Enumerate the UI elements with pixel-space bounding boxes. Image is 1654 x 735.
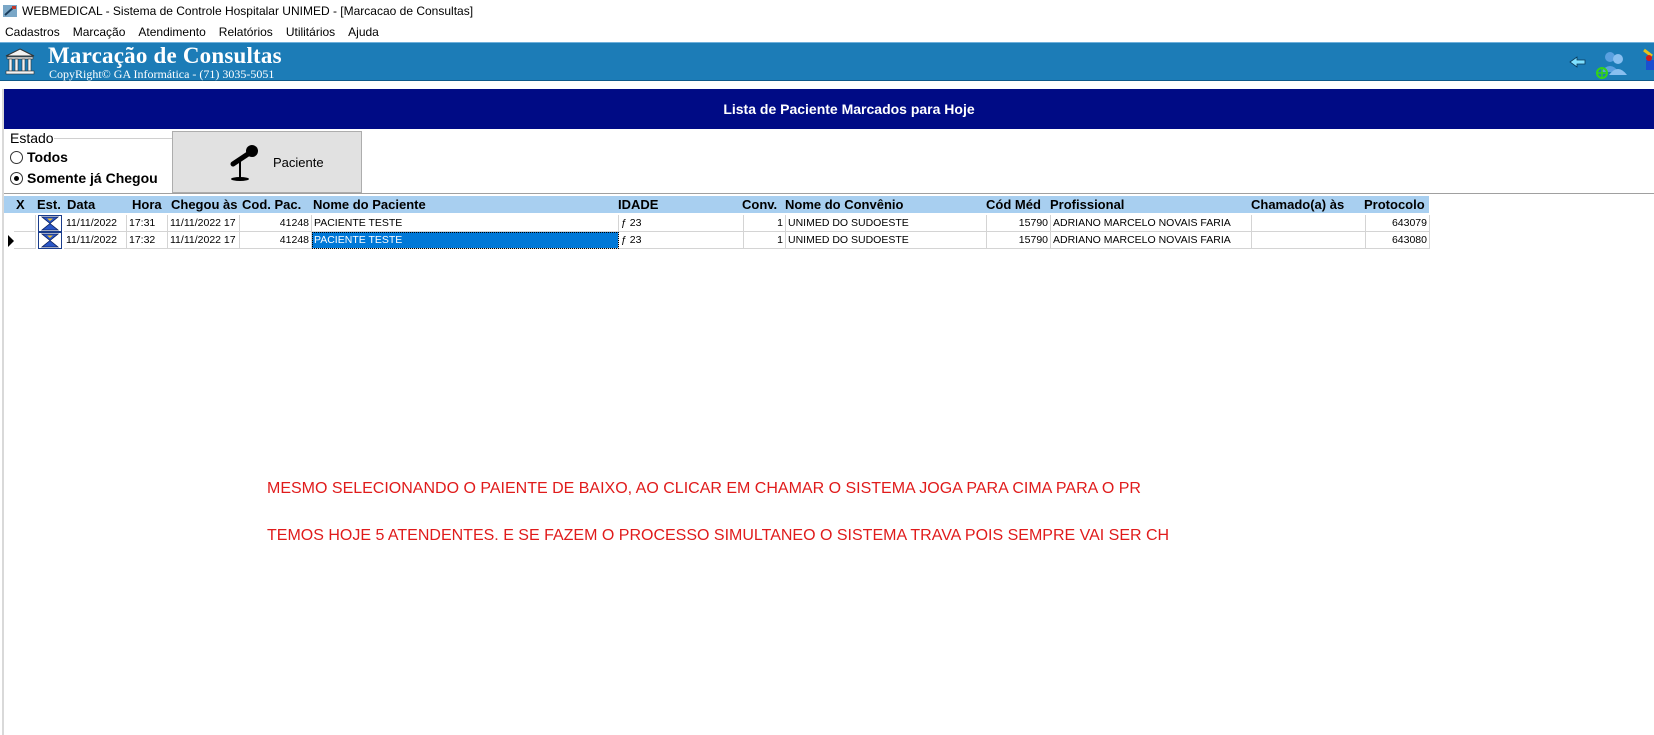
menu-marcacao[interactable]: Marcação	[67, 25, 133, 39]
cell-profissional[interactable]: ADRIANO MARCELO NOVAIS FARIA	[1051, 232, 1252, 249]
cell-idade[interactable]: ƒ 23	[619, 215, 744, 232]
cell-protocolo[interactable]: 643080	[1366, 232, 1430, 249]
col-header-convenio[interactable]: Nome do Convênio	[785, 196, 985, 213]
col-header-chamado[interactable]: Chamado(a) às	[1251, 196, 1361, 213]
cell-conv[interactable]: 1	[744, 232, 786, 249]
header-banner: Marcação de Consultas CopyRight© GA Info…	[0, 42, 1654, 81]
cell-x[interactable]	[14, 215, 36, 232]
col-header-nome[interactable]: Nome do Paciente	[313, 196, 613, 213]
col-header-x[interactable]: X	[16, 196, 34, 213]
radio-somente-circle[interactable]	[10, 171, 23, 185]
cell-convenio[interactable]: UNIMED DO SUDOESTE	[786, 215, 987, 232]
radio-todos-label: Todos	[27, 149, 68, 165]
radio-todos-circle[interactable]	[10, 150, 23, 164]
title-bar: WEBMEDICAL - Sistema de Controle Hospita…	[0, 0, 1654, 22]
cell-chamado[interactable]	[1252, 215, 1366, 232]
estado-group: Estado Todos Somente já Chegou	[4, 129, 174, 191]
cell-nome[interactable]: PACIENTE TESTE	[312, 215, 619, 232]
cell-chamado[interactable]	[1252, 232, 1366, 249]
window-title: WEBMEDICAL - Sistema de Controle Hospita…	[22, 4, 474, 18]
col-header-est[interactable]: Est.	[37, 196, 64, 213]
cell-cod-pac[interactable]: 41248	[240, 232, 312, 249]
estado-legend: Estado	[10, 130, 54, 146]
radio-somente-ja-chegou[interactable]: Somente já Chegou	[10, 170, 158, 186]
grid-header: X Est. Data Hora Chegou às Cod. Pac. Nom…	[4, 196, 1429, 213]
building-icon	[4, 47, 36, 77]
cell-chegou[interactable]: 11/11/2022 17	[168, 232, 240, 249]
table-row[interactable]: 11/11/2022 17:31 11/11/2022 17 41248 PAC…	[4, 215, 1430, 232]
cell-data[interactable]: 11/11/2022	[64, 215, 127, 232]
cell-cod-med[interactable]: 15790	[987, 232, 1051, 249]
cell-hora[interactable]: 17:31	[127, 215, 168, 232]
cell-chegou[interactable]: 11/11/2022 17	[168, 215, 240, 232]
paciente-button[interactable]: Paciente	[172, 131, 362, 193]
cell-conv[interactable]: 1	[744, 215, 786, 232]
col-header-data[interactable]: Data	[67, 196, 129, 213]
col-header-cod-pac[interactable]: Cod. Pac.	[242, 196, 312, 213]
separator	[4, 193, 1654, 194]
cell-protocolo[interactable]: 643079	[1366, 215, 1430, 232]
col-header-protocolo[interactable]: Protocolo	[1364, 196, 1430, 213]
hourglass-status-icon	[38, 215, 62, 232]
tools-icon[interactable]	[1640, 46, 1654, 76]
cell-cod-pac[interactable]: 41248	[240, 215, 312, 232]
paciente-button-label: Paciente	[273, 154, 324, 170]
menu-cadastros[interactable]: Cadastros	[0, 25, 67, 39]
app-icon	[2, 3, 18, 19]
cell-hora[interactable]: 17:32	[127, 232, 168, 249]
cell-nome-selected[interactable]: PACIENTE TESTE	[312, 232, 619, 249]
cell-profissional[interactable]: ADRIANO MARCELO NOVAIS FARIA	[1051, 215, 1252, 232]
back-arrow-icon[interactable]	[1568, 55, 1588, 69]
cell-idade[interactable]: ƒ 23	[619, 232, 744, 249]
annotation-text: MESMO SELECIONANDO O PAIENTE DE BAIXO, A…	[267, 480, 1141, 497]
hourglass-status-icon	[38, 232, 62, 249]
microphone-icon	[225, 142, 265, 182]
page-title: Marcação de Consultas	[48, 43, 282, 68]
col-header-profissional[interactable]: Profissional	[1050, 196, 1240, 213]
copyright-text: CopyRight© GA Informática - (71) 3035-50…	[49, 67, 275, 81]
menu-relatorios[interactable]: Relatórios	[213, 25, 280, 39]
users-icon[interactable]	[1596, 48, 1630, 80]
menu-atendimento[interactable]: Atendimento	[132, 25, 212, 39]
cell-data[interactable]: 11/11/2022	[64, 232, 127, 249]
menu-bar: Cadastros Marcação Atendimento Relatório…	[0, 22, 1654, 42]
cell-cod-med[interactable]: 15790	[987, 215, 1051, 232]
menu-ajuda[interactable]: Ajuda	[342, 25, 386, 39]
col-header-cod-med[interactable]: Cód Méd	[986, 196, 1046, 213]
cell-x[interactable]	[14, 232, 36, 249]
radio-todos[interactable]: Todos	[10, 149, 68, 165]
annotation-text: TEMOS HOJE 5 ATENDENTES. E SE FAZEM O PR…	[267, 527, 1170, 544]
col-header-idade[interactable]: IDADE	[618, 196, 738, 213]
group-border	[54, 138, 174, 139]
radio-somente-label: Somente já Chegou	[27, 170, 158, 186]
col-header-conv[interactable]: Conv.	[742, 196, 782, 213]
list-header: Lista de Paciente Marcados para Hoje	[4, 89, 1654, 129]
col-header-hora[interactable]: Hora	[132, 196, 167, 213]
cell-convenio[interactable]: UNIMED DO SUDOESTE	[786, 232, 987, 249]
col-header-chegou[interactable]: Chegou às	[171, 196, 243, 213]
menu-utilitarios[interactable]: Utilitários	[280, 25, 342, 39]
table-row[interactable]: 11/11/2022 17:32 11/11/2022 17 41248 PAC…	[4, 232, 1430, 249]
